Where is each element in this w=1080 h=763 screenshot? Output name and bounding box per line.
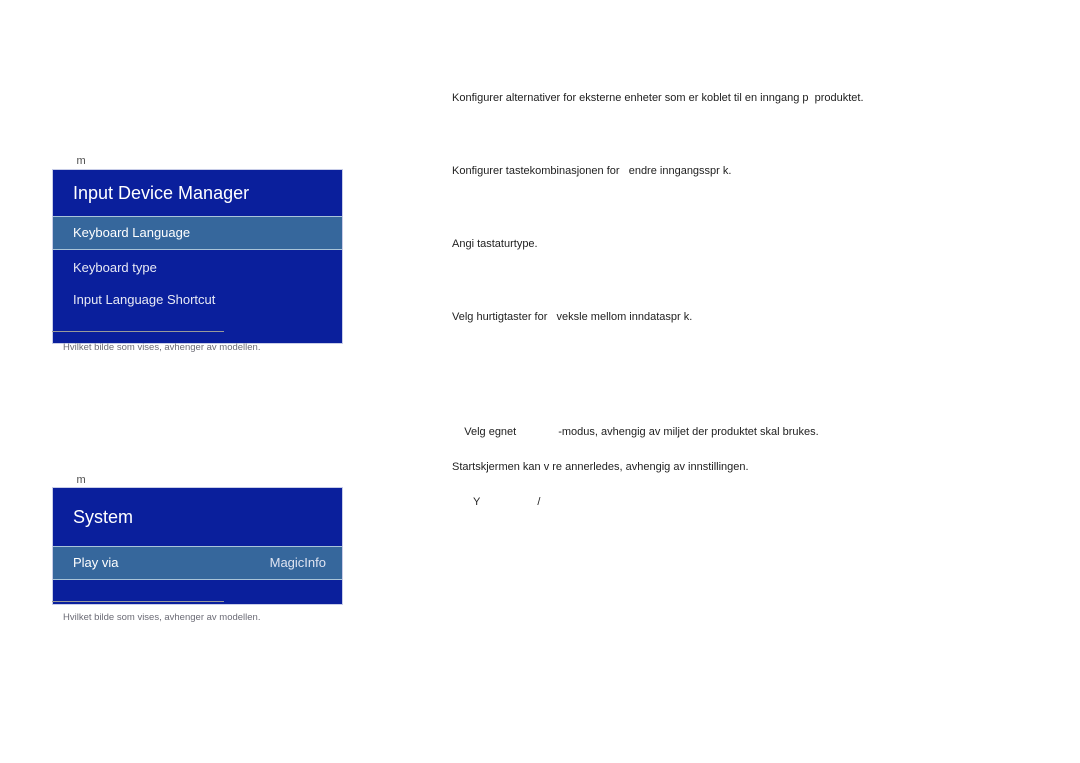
description-play-via: Velg egnet -modus, avhengig av miljet der… [452,410,1052,525]
description-keyboard-type: Angi tastaturtype. [452,238,538,250]
description-play-via-option-first: Y [473,496,481,508]
menu-item-input-language-shortcut[interactable]: Input Language Shortcut [53,283,342,315]
description-play-via-line-1: Velg egnet -modus, avhengig av miljet der… [452,410,1052,455]
description-play-via-line-3: Y / [452,480,1052,525]
description-input-language-shortcut: Velg hurtigtaster for veksle mellom innd… [452,311,693,323]
panel-row-list: Keyboard Language Keyboard type Input La… [53,216,342,343]
description-play-via-line-1-prefix: Velg egnet [464,426,517,438]
panel-title: Input Device Manager [53,170,342,216]
caption-text: Hvilket bilde som vises, avhenger av mod… [63,612,261,623]
breadcrumb-segment-0[interactable]: m [77,473,86,487]
osd-panel-system: System Play via MagicInfo [52,487,343,605]
description-keyboard-language: Konfigurer tastekombinasjonen for endre … [452,165,732,177]
osd-panel-input-device-manager: Input Device Manager Keyboard Language K… [52,169,343,344]
menu-item-label: Input Language Shortcut [73,292,216,307]
description-play-via-line-2: Startskjermen kan v re annerledes, avhen… [452,461,749,473]
menu-item-play-via[interactable]: Play via MagicInfo [53,546,342,580]
description-play-via-line-1-suffix: -modus, avhengig av miljet der produktet… [558,426,819,438]
panel-title: System [53,488,342,546]
menu-item-value: MagicInfo [269,555,326,570]
menu-item-keyboard-language[interactable]: Keyboard Language [53,216,342,250]
description-intro: Konfigurer alternativer for eksterne enh… [452,92,864,104]
menu-item-label: Keyboard type [73,260,157,275]
menu-item-keyboard-type[interactable]: Keyboard type [53,250,342,283]
menu-item-label: Play via [73,555,119,570]
panel-caption-system: Hvilket bilde som vises, avhenger av mod… [52,601,342,624]
panel-row-list: Play via MagicInfo [53,546,342,604]
caption-text: Hvilket bilde som vises, avhenger av mod… [63,342,261,353]
menu-item-label: Keyboard Language [73,225,191,240]
panel-caption-input-device-manager: Hvilket bilde som vises, avhenger av mod… [52,331,342,354]
breadcrumb-segment-0[interactable]: m [77,154,86,168]
description-play-via-option-separator: / [537,496,541,508]
